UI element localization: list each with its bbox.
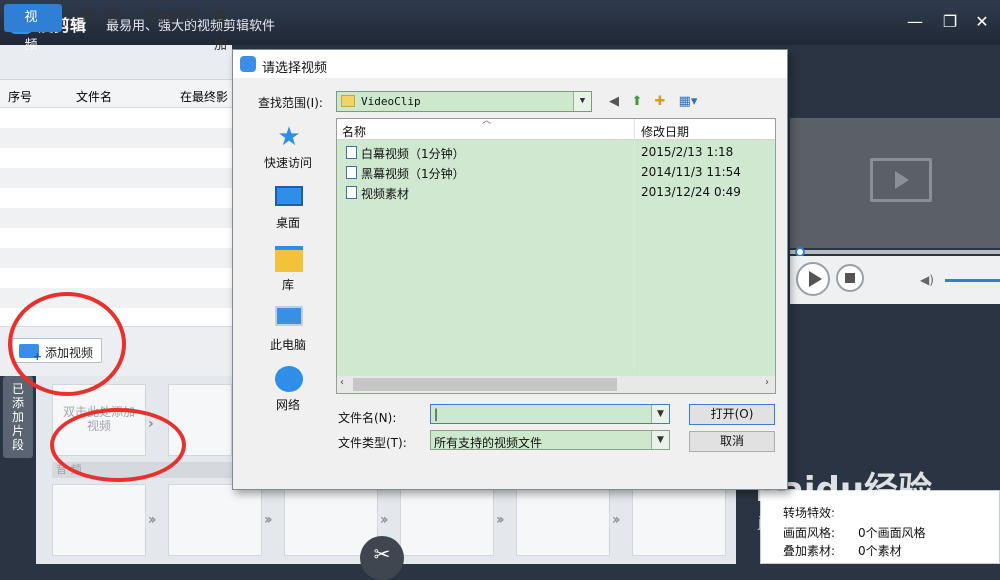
back-icon[interactable]: ◀ — [605, 93, 623, 111]
library-icon — [275, 246, 303, 272]
sort-up-icon: ︿ — [482, 116, 492, 126]
timeline-slot[interactable] — [632, 484, 726, 556]
column-filename: 文件名 — [76, 90, 113, 104]
place-desktop[interactable]: 桌面 — [250, 214, 326, 231]
arrow-right-icon: ›› — [612, 512, 620, 528]
video-placeholder-icon — [870, 158, 932, 202]
column-modified-date[interactable]: 修改日期 — [641, 123, 689, 140]
star-icon: ★ — [277, 122, 301, 152]
volume-slider[interactable] — [945, 279, 1000, 282]
file-name[interactable]: 黑幕视频（1分钟） — [361, 165, 465, 182]
desktop-icon — [275, 186, 303, 206]
place-network[interactable]: 网络 — [250, 396, 326, 413]
cancel-button[interactable]: 取消 — [689, 431, 775, 452]
side-tab-label: 已添加片段 — [12, 382, 25, 452]
file-date: 2013/12/24 0:49 — [641, 185, 741, 199]
annotation-circle — [8, 292, 126, 396]
video-file-icon — [346, 166, 357, 179]
filetype-dropdown[interactable]: 所有支持的视频文件 ▼ — [430, 430, 670, 450]
file-date: 2014/11/3 11:54 — [641, 165, 741, 179]
stop-icon[interactable] — [836, 264, 864, 292]
chevron-down-icon[interactable]: ▼ — [651, 405, 669, 423]
look-in-value: VideoClip — [361, 95, 421, 108]
tab-audio[interactable]: 音 频 — [72, 4, 132, 32]
timeline-slot[interactable] — [52, 484, 146, 556]
file-list-header — [337, 119, 775, 140]
dialog-title: 请选择视频 — [262, 61, 328, 76]
maximize-button[interactable]: ❐ — [940, 12, 960, 32]
chevron-down-icon[interactable]: ▼ — [573, 92, 591, 111]
close-button[interactable]: ✕ — [972, 12, 992, 32]
file-name[interactable]: 视频素材 — [361, 185, 409, 202]
tab-video[interactable]: 视 频 — [4, 4, 62, 53]
arrow-right-icon: ›› — [148, 512, 156, 528]
list-stripe — [0, 208, 232, 228]
up-folder-icon[interactable]: ⬆ — [628, 93, 646, 111]
timeline-slot[interactable] — [400, 484, 494, 556]
look-in-label: 查找范围(I): — [258, 96, 323, 110]
info-label-overlay: 叠加素材: — [783, 544, 836, 558]
dialog-app-icon — [240, 56, 256, 72]
filename-label: 文件名(N): — [338, 411, 397, 425]
column-final-duration: 在最终影 — [180, 90, 229, 104]
new-folder-icon[interactable]: ✚ — [651, 93, 669, 111]
computer-icon — [275, 306, 303, 326]
info-value-overlay: 0个素材 — [858, 544, 902, 558]
tab-subtitle-effects[interactable]: 字幕特效 — [138, 4, 206, 32]
text-caret: | — [434, 407, 439, 421]
network-globe-icon — [275, 366, 303, 392]
place-library[interactable]: 库 — [250, 276, 326, 293]
list-stripe — [0, 248, 232, 268]
file-name[interactable]: 白幕视频（1分钟） — [361, 145, 465, 162]
arrow-right-icon: ›› — [380, 512, 388, 528]
scrollbar-thumb[interactable] — [353, 378, 617, 391]
look-in-dropdown[interactable]: VideoClip ▼ — [336, 91, 592, 112]
folder-icon — [341, 95, 355, 107]
chevron-down-icon[interactable]: ▼ — [651, 431, 669, 449]
video-file-icon — [346, 146, 357, 159]
annotation-circle — [50, 408, 186, 482]
arrow-right-icon: ›› — [496, 512, 504, 528]
timeline-slot[interactable] — [168, 484, 262, 556]
scroll-right-icon[interactable]: › — [765, 377, 769, 388]
list-stripe — [0, 168, 232, 188]
timeline-slot[interactable] — [516, 484, 610, 556]
added-clips-side-tab[interactable]: 已添加片段 — [3, 376, 33, 458]
minimize-button[interactable]: — — [905, 12, 925, 32]
list-stripe — [0, 128, 232, 148]
file-date: 2015/2/13 1:18 — [641, 145, 734, 159]
column-divider — [634, 119, 635, 375]
arrow-right-icon: ›› — [264, 512, 272, 528]
playback-progress[interactable] — [790, 250, 1000, 254]
column-index: 序号 — [8, 90, 33, 104]
open-button[interactable]: 打开(O) — [689, 404, 775, 425]
tab-overlay[interactable]: 叠加 — [206, 4, 236, 53]
view-menu-icon[interactable]: ▦▾ — [675, 93, 701, 111]
place-quick-access[interactable]: 快速访问 — [250, 154, 326, 171]
filetype-value: 所有支持的视频文件 — [434, 436, 543, 450]
scroll-left-icon[interactable]: ‹ — [340, 377, 344, 388]
play-icon[interactable] — [796, 262, 830, 296]
filetype-label: 文件类型(T): — [338, 436, 407, 450]
volume-icon[interactable]: ◀) — [920, 273, 934, 287]
filename-input[interactable]: | ▼ — [430, 404, 670, 424]
column-name[interactable]: 名称 — [342, 123, 366, 140]
video-file-icon — [346, 186, 357, 199]
watermark-url: jingyan.baidu.com — [758, 515, 888, 531]
scissors-icon[interactable]: ✂ — [360, 536, 404, 580]
place-this-pc[interactable]: 此电脑 — [250, 336, 326, 353]
